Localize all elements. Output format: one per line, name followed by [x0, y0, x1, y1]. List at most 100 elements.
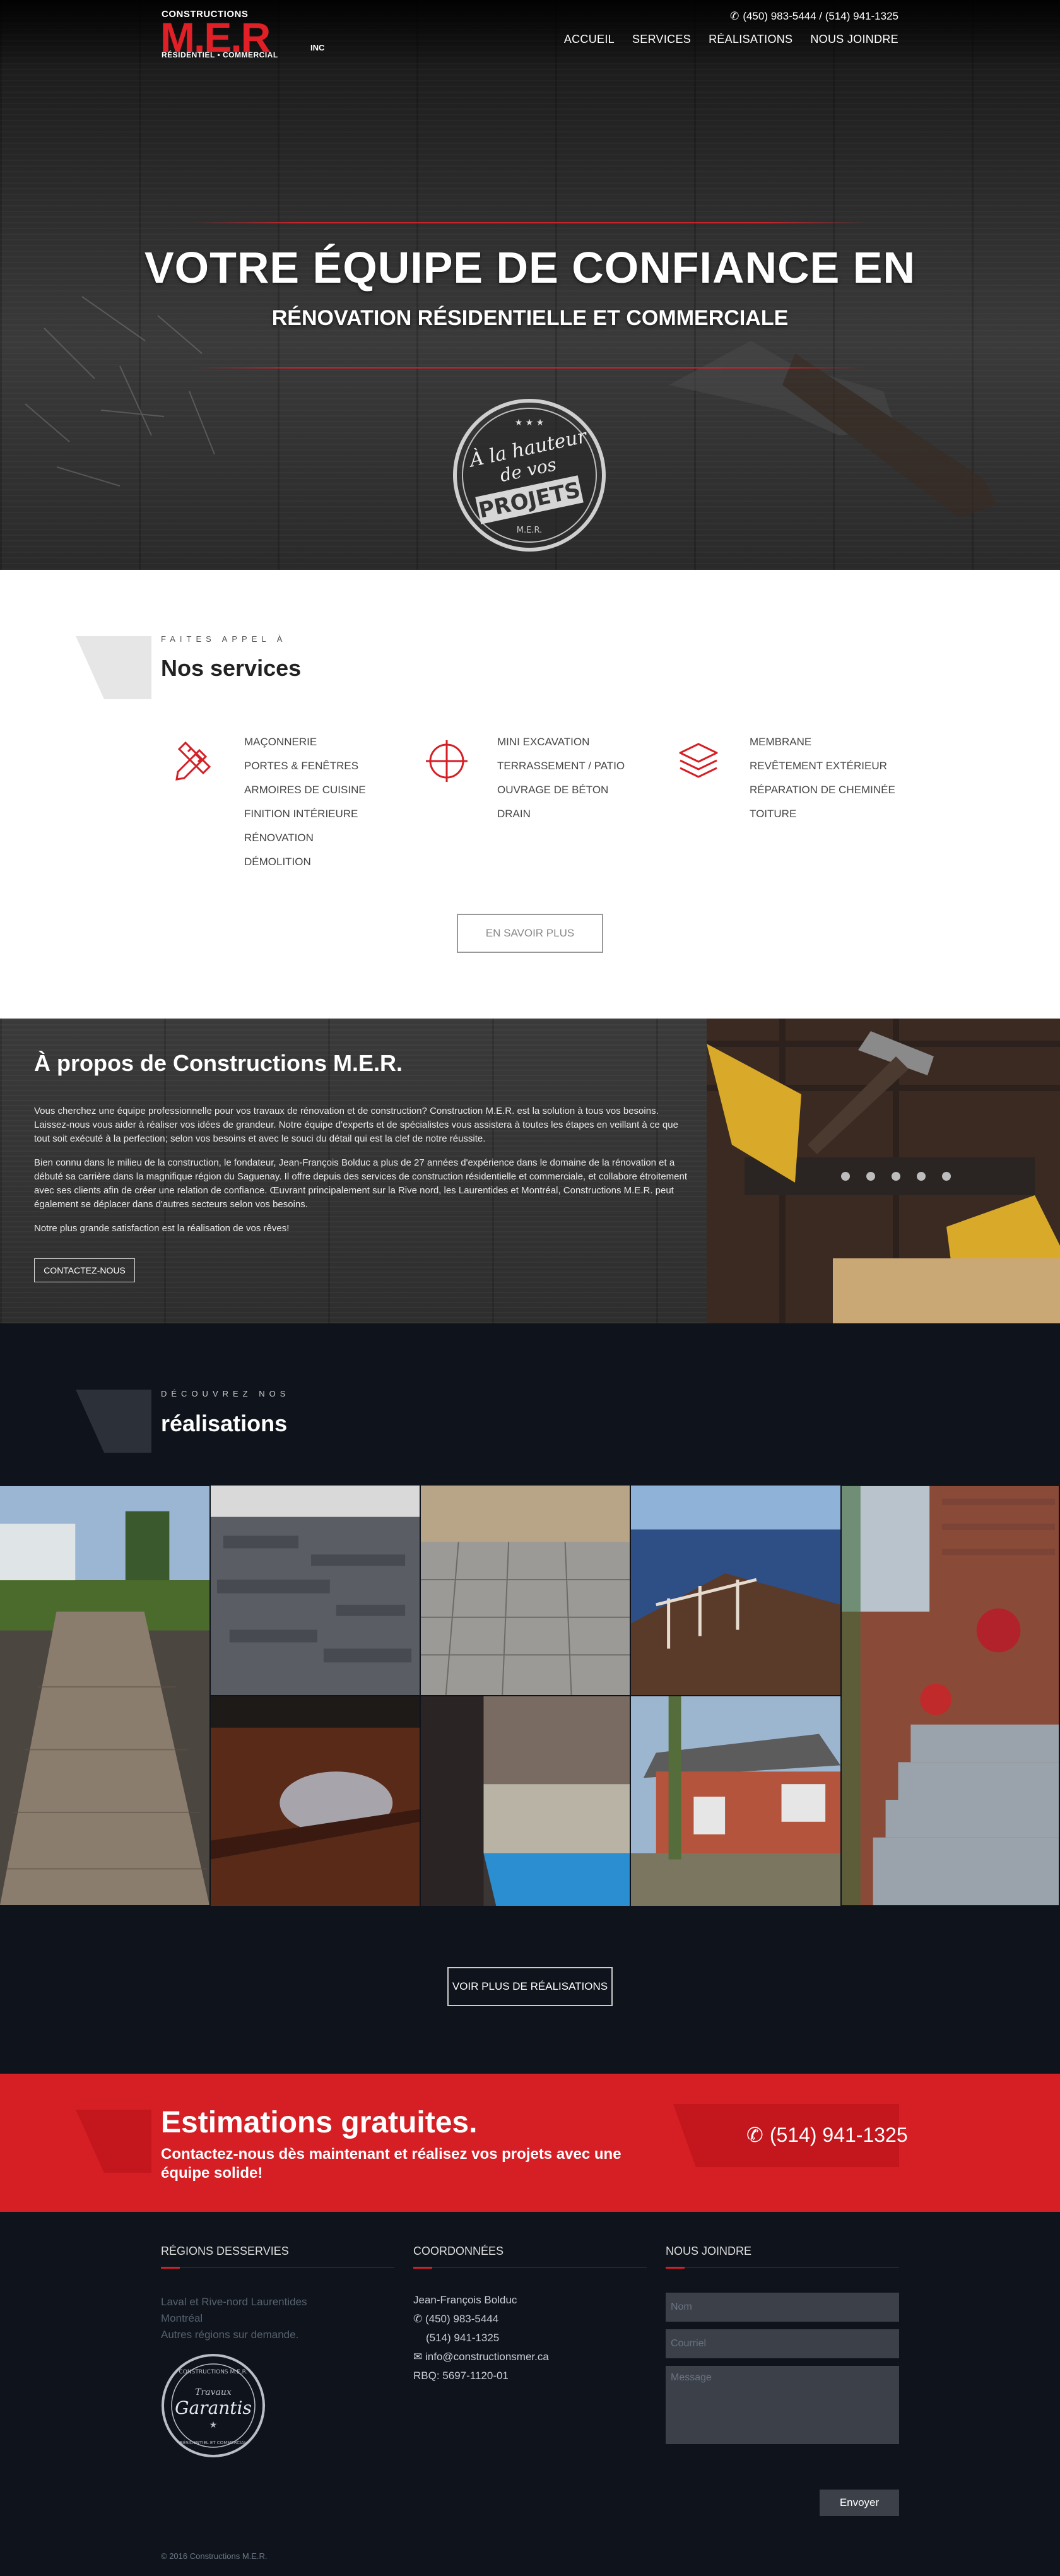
about-paragraph-1: Vous cherchez une équipe professionnelle…: [34, 1106, 678, 1144]
logo-tagline: RÉSIDENTIEL • COMMERCIAL: [162, 50, 278, 59]
realisations-title: réalisations: [161, 1410, 288, 1436]
name-input[interactable]: [666, 2293, 899, 2322]
contact-phone-2[interactable]: (514) 941-1325: [426, 2329, 499, 2348]
hero-section: CONSTRUCTIONS M.E.R INC RÉSIDENTIEL • CO…: [0, 0, 1060, 570]
services-list-2: MINI EXCAVATION TERRASSEMENT / PATIO OUV…: [497, 735, 625, 831]
footer: RÉGIONS DESSERVIES Laval et Rive-nord La…: [0, 2212, 1060, 2576]
en-savoir-plus-button[interactable]: EN SAVOIR PLUS: [457, 914, 603, 953]
seal-script-text: Garantis: [175, 2397, 252, 2418]
main-nav: ACCUEIL SERVICES RÉALISATIONS NOUS JOIND…: [564, 33, 898, 46]
section-tag-shape: [76, 2110, 151, 2173]
nav-accueil[interactable]: ACCUEIL: [564, 33, 615, 46]
region-line: Autres régions sur demande.: [161, 2329, 299, 2341]
phone-icon: ✆: [746, 2124, 763, 2146]
nav-realisations[interactable]: RÉALISATIONS: [709, 33, 792, 46]
region-line: Laval et Rive-nord Laurentides: [161, 2296, 307, 2308]
section-tag-shape: [76, 636, 151, 699]
hero-divider-top: [193, 222, 867, 223]
crosshair-icon: [426, 740, 468, 782]
header-phones: ✆ (450) 983-5444 / (514) 941-1325: [730, 10, 898, 23]
service-item[interactable]: PORTES & FENÊTRES: [244, 759, 366, 783]
services-eyebrow: FAITES APPEL À: [161, 634, 287, 644]
logo-suffix: INC: [310, 43, 325, 52]
top-bar: [0, 0, 1060, 69]
contact-rbq: RBQ: 5697-1120-01: [413, 2370, 509, 2382]
projets-badge: ★ ★ ★ À la hauteur de vos PROJETS M.E.R.: [453, 399, 606, 552]
copyright: © 2016 Constructions M.E.R.: [161, 2551, 268, 2561]
header-phone-numbers: (450) 983-5444 / (514) 941-1325: [743, 10, 898, 22]
send-button[interactable]: Envoyer: [820, 2490, 899, 2516]
realisations-gallery: [0, 1486, 1060, 1907]
seal-pre-text: Travaux: [195, 2387, 232, 2397]
message-textarea[interactable]: [666, 2366, 899, 2444]
hero-divider-bottom: [193, 367, 867, 369]
travaux-garantis-seal: CONSTRUCTIONS M.E.R. Travaux Garantis ★ …: [162, 2354, 265, 2457]
layers-icon: [679, 743, 718, 778]
service-item[interactable]: MEMBRANE: [750, 735, 895, 759]
footer-rule: [161, 2267, 394, 2269]
phone-icon: ✆: [413, 2313, 423, 2325]
contact-name: Jean-François Bolduc: [413, 2294, 517, 2306]
service-item[interactable]: FINITION INTÉRIEURE: [244, 807, 366, 831]
contact-phone-1-row[interactable]: ✆ (450) 983-5444: [413, 2310, 498, 2329]
footer-regions-title: RÉGIONS DESSERVIES: [161, 2245, 289, 2257]
about-section: À propos de Constructions M.E.R. Vous ch…: [0, 1019, 1060, 1323]
section-tag-shape: [76, 1390, 151, 1453]
footer-contact-title: COORDONNÉES: [413, 2245, 504, 2257]
gallery-brick-house-photo[interactable]: [631, 1696, 842, 1907]
gallery-patio-photo[interactable]: [421, 1486, 631, 1696]
contact-email: info@constructionsmer.ca: [425, 2351, 549, 2363]
worker-hammer-photo: [707, 1019, 1060, 1323]
footer-rule: [413, 2267, 647, 2269]
envelope-icon: ✉: [413, 2351, 423, 2363]
contactez-nous-button[interactable]: CONTACTEZ-NOUS: [34, 1258, 135, 1282]
services-list-3: MEMBRANE REVÊTEMENT EXTÉRIEUR RÉPARATION…: [750, 735, 895, 831]
service-item[interactable]: TOITURE: [750, 807, 895, 831]
voir-plus-realisations-button[interactable]: VOIR PLUS DE RÉALISATIONS: [447, 1967, 613, 2006]
contact-email-row[interactable]: ✉ info@constructionsmer.ca: [413, 2348, 549, 2366]
service-item[interactable]: MINI EXCAVATION: [497, 735, 625, 759]
about-title: À propos de Constructions M.E.R.: [34, 1050, 403, 1076]
realisations-section: DÉCOUVREZ NOS réalisations VOIR PLUS DE …: [0, 1323, 1060, 2074]
gallery-deck-stairs-photo[interactable]: [631, 1486, 842, 1696]
badge-line4: M.E.R.: [517, 526, 542, 535]
services-title: Nos services: [161, 655, 302, 681]
service-item[interactable]: RÉNOVATION: [244, 831, 366, 855]
cta-subtitle: Contactez-nous dès maintenant et réalise…: [161, 2146, 621, 2182]
email-input[interactable]: [666, 2329, 899, 2358]
service-item[interactable]: MAÇONNERIE: [244, 735, 366, 759]
cta-phone-link[interactable]: ✆ (514) 941-1325: [746, 2123, 908, 2147]
service-item[interactable]: OUVRAGE DE BÉTON: [497, 783, 625, 807]
service-item[interactable]: RÉPARATION DE CHEMINÉE: [750, 783, 895, 807]
gallery-stone-wall-photo[interactable]: [211, 1486, 421, 1696]
seal-bottom-text: RÉSIDENTIEL ET COMMERCIAL: [180, 2440, 247, 2445]
gallery-foundation-membrane-photo[interactable]: [421, 1696, 631, 1907]
service-item[interactable]: ARMOIRES DE CUISINE: [244, 783, 366, 807]
footer-rule: [666, 2267, 899, 2269]
services-list-1: MAÇONNERIE PORTES & FENÊTRES ARMOIRES DE…: [244, 735, 366, 879]
nav-nous-joindre[interactable]: NOUS JOINDRE: [810, 33, 898, 46]
cta-section: Estimations gratuites. Contactez-nous dè…: [0, 2074, 1060, 2212]
gallery-walkway-photo[interactable]: [0, 1486, 211, 1907]
contact-phone-1: (450) 983-5444: [425, 2313, 499, 2325]
service-item[interactable]: DÉMOLITION: [244, 855, 366, 879]
phone-icon: ✆: [730, 10, 739, 22]
service-item[interactable]: TERRASSEMENT / PATIO: [497, 759, 625, 783]
region-line: Montréal: [161, 2312, 203, 2324]
cta-phone-number: (514) 941-1325: [769, 2123, 908, 2146]
services-section: FAITES APPEL À Nos services MAÇONNERIE P…: [0, 570, 1060, 1019]
cta-title: Estimations gratuites.: [161, 2106, 478, 2139]
nav-services[interactable]: SERVICES: [632, 33, 691, 46]
service-item[interactable]: REVÊTEMENT EXTÉRIEUR: [750, 759, 895, 783]
service-item[interactable]: DRAIN: [497, 807, 625, 831]
gallery-brick-steps-photo[interactable]: [842, 1486, 1060, 1907]
gallery-hardwood-floor-photo[interactable]: [211, 1696, 421, 1907]
hero-title: VOTRE ÉQUIPE DE CONFIANCE EN: [144, 243, 916, 292]
hero-subtitle: RÉNOVATION RÉSIDENTIELLE ET COMMERCIALE: [271, 306, 789, 330]
logo[interactable]: CONSTRUCTIONS M.E.R INC RÉSIDENTIEL • CO…: [160, 6, 332, 69]
about-paragraph-3: Notre plus grande satisfaction est la ré…: [34, 1223, 290, 1234]
realisations-eyebrow: DÉCOUVREZ NOS: [161, 1389, 290, 1398]
seal-star: ★: [209, 2419, 218, 2430]
svg-text:★ ★ ★: ★ ★ ★: [515, 418, 545, 428]
about-paragraph-2: Bien connu dans le milieu de la construc…: [34, 1157, 688, 1210]
